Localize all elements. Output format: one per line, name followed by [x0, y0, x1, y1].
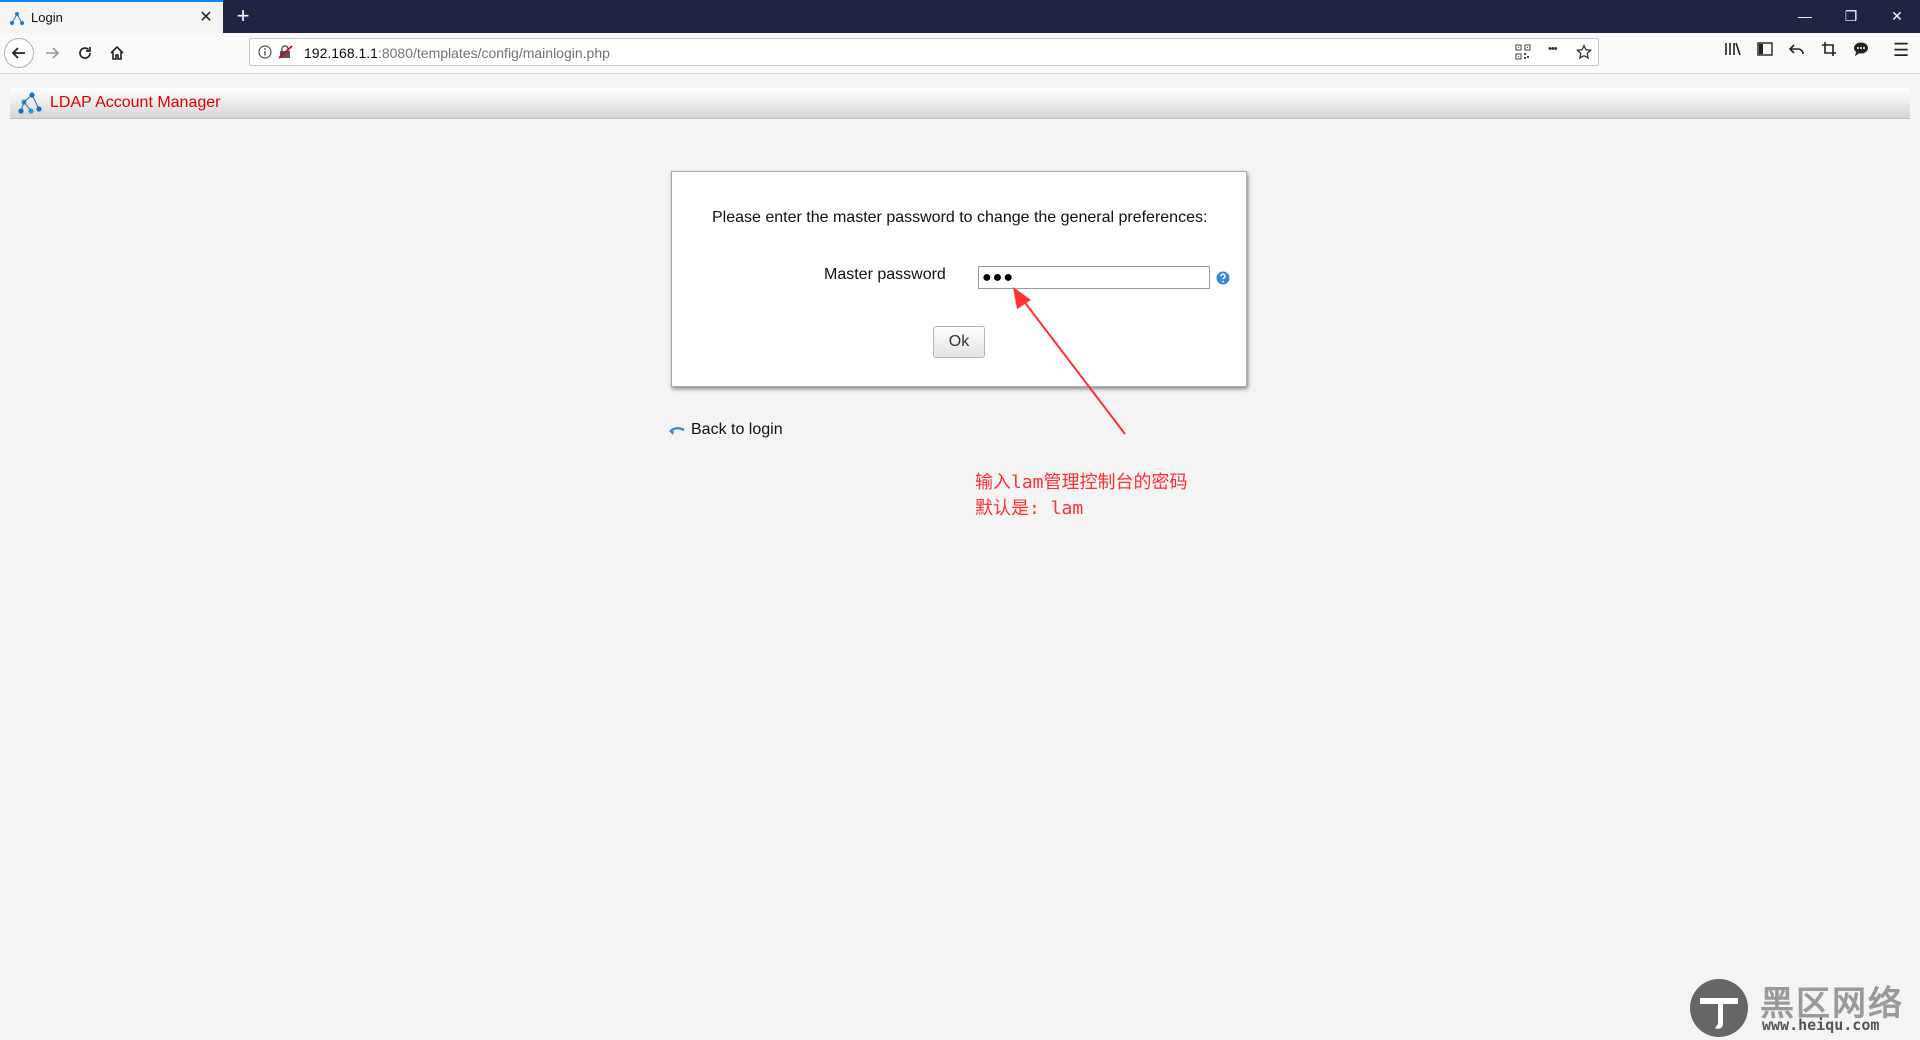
minimize-button[interactable]: — — [1782, 0, 1828, 33]
crop-screenshot-icon[interactable] — [1821, 41, 1837, 57]
forward-button[interactable] — [38, 39, 66, 67]
help-icon[interactable] — [1216, 271, 1230, 285]
lam-app-title-link[interactable]: LDAP Account Manager — [50, 94, 220, 112]
close-window-button[interactable]: ✕ — [1874, 0, 1920, 33]
lam-logo-icon[interactable] — [18, 92, 42, 114]
ok-button[interactable]: Ok — [933, 326, 985, 358]
home-button[interactable] — [103, 39, 131, 67]
app-menu-icon[interactable]: ☰ — [1893, 40, 1909, 61]
info-icon[interactable] — [258, 45, 272, 59]
back-button[interactable] — [4, 38, 34, 68]
master-password-dialog: Please enter the master password to chan… — [671, 171, 1247, 387]
back-arrow-icon — [11, 47, 25, 59]
watermark-url-text: www.heiqu.com — [1762, 1016, 1880, 1034]
forward-arrow-icon — [46, 47, 60, 59]
chat-icon[interactable] — [1853, 41, 1869, 57]
back-to-login-link[interactable]: Back to login — [691, 421, 783, 439]
master-password-label: Master password — [824, 266, 946, 283]
insecure-lock-icon[interactable] — [278, 45, 294, 59]
watermark: 黑区网络 www.heiqu.com — [1688, 972, 1914, 1038]
navigation-toolbar: 192.168.1.1:8080/templates/config/mainlo… — [0, 33, 1920, 74]
url-text[interactable]: 192.168.1.1:8080/templates/config/mainlo… — [304, 45, 610, 61]
bookmark-star-icon[interactable] — [1576, 44, 1592, 60]
master-password-input[interactable]: ●●● — [978, 266, 1210, 289]
library-icon[interactable] — [1724, 41, 1742, 57]
qr-code-icon[interactable] — [1515, 44, 1531, 60]
annotation-text: 输入lam管理控制台的密码 默认是: lam — [975, 470, 1188, 522]
lam-header-bar: LDAP Account Manager — [10, 88, 1910, 119]
url-host: 192.168.1.1 — [304, 45, 378, 61]
home-icon — [110, 45, 124, 60]
restore-button[interactable]: ❐ — [1828, 0, 1874, 33]
back-arrow-icon[interactable] — [669, 424, 687, 438]
address-bar[interactable]: 192.168.1.1:8080/templates/config/mainlo… — [249, 38, 1599, 66]
watermark-logo-icon — [1690, 979, 1748, 1037]
undo-icon[interactable] — [1789, 41, 1805, 57]
reload-button[interactable] — [71, 39, 99, 67]
tab-login[interactable]: Login ✕ — [0, 0, 223, 33]
page-actions-menu-icon[interactable]: ••• — [1548, 43, 1558, 55]
annotation-line-2: 默认是: lam — [975, 498, 1084, 519]
lam-favicon-icon — [10, 12, 24, 25]
browser-tab-bar: Login ✕ + — ❐ ✕ — [0, 0, 1920, 33]
url-path: :8080/templates/config/mainlogin.php — [377, 45, 610, 61]
annotation-line-1: 输入lam管理控制台的密码 — [975, 472, 1188, 493]
new-tab-button[interactable]: + — [231, 3, 255, 29]
red-annotation-arrow — [1013, 287, 1126, 435]
tab-title: Login — [31, 10, 63, 25]
reload-icon — [79, 47, 91, 59]
dialog-prompt: Please enter the master password to chan… — [712, 209, 1208, 226]
tab-close-icon[interactable]: ✕ — [197, 7, 215, 27]
sidebar-icon[interactable] — [1757, 41, 1773, 57]
